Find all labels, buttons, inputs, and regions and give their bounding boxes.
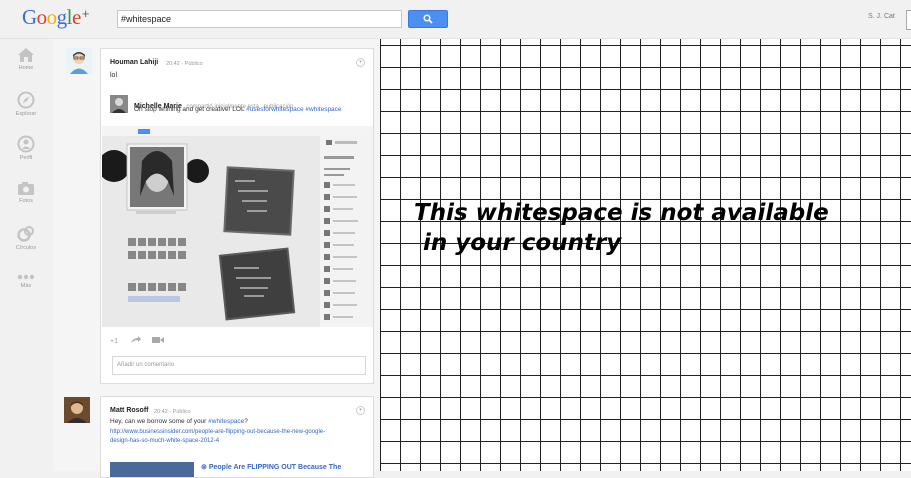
post-card: Houman Lahiji 20:42 - Público ▾ lol Mich… xyxy=(100,48,374,384)
globe-icon: ⊚ xyxy=(201,464,207,471)
post-author[interactable]: Houman Lahiji xyxy=(110,59,158,66)
nav-item-explore[interactable]: Explorar xyxy=(0,91,52,117)
shared-text-line: Oh stop whining and get creative! LOL #u… xyxy=(134,106,342,113)
shared-text: Oh stop whining and get creative! LOL xyxy=(134,106,245,113)
post-text-main: Hey, can we borrow some of your xyxy=(110,418,207,425)
chevron-down-icon[interactable]: ▾ xyxy=(356,58,365,67)
article-link-line[interactable]: http://www.businessinsider.com/people-ar… xyxy=(110,429,325,435)
banner-line: in your country xyxy=(423,230,622,256)
left-nav: Home Explorar Perfil Fotos Círculos Más xyxy=(0,39,52,471)
nav-item-more[interactable]: Más xyxy=(0,273,52,289)
hashtag-link[interactable]: #usesforwhitespace xyxy=(246,106,303,113)
nav-label: Perfil xyxy=(19,155,33,161)
post-time[interactable]: 20:42 xyxy=(154,409,168,415)
avatar[interactable] xyxy=(66,48,92,74)
search-button[interactable] xyxy=(408,10,448,28)
post-card: Matt Rosoff 20:42 - Público ▾ Hey, can w… xyxy=(100,396,374,478)
article-preview-title[interactable]: People Are FLIPPING OUT Because The xyxy=(209,464,341,471)
nav-label: Fotos xyxy=(19,198,33,204)
post-text: Hey, can we borrow some of your #whitesp… xyxy=(110,418,248,425)
share-icon[interactable] xyxy=(130,336,142,344)
post-author[interactable]: Matt Rosoff xyxy=(110,407,149,414)
post-text-end: ? xyxy=(244,418,248,425)
camera-icon xyxy=(18,182,34,195)
share-box[interactable] xyxy=(906,10,911,30)
nav-item-circles[interactable]: Círculos xyxy=(0,225,52,251)
chevron-down-icon[interactable]: ▾ xyxy=(356,406,365,415)
hashtag-link[interactable]: #whitespace xyxy=(305,106,341,113)
user-name[interactable]: S. J. Cat xyxy=(868,13,895,20)
shared-image-drawing xyxy=(102,126,373,327)
post-actions: +1 xyxy=(110,336,164,345)
hashtag-link[interactable]: #whitespace xyxy=(208,418,244,425)
nav-label: Círculos xyxy=(15,245,37,251)
avatar[interactable] xyxy=(110,95,128,113)
post-meta: 20:42 - Público xyxy=(166,61,203,67)
post-visibility[interactable]: Público xyxy=(173,409,191,415)
nav-item-profile[interactable]: Perfil xyxy=(0,135,52,161)
banner-line: This whitespace is not available xyxy=(414,200,829,226)
shared-image[interactable] xyxy=(102,126,373,327)
avatar[interactable] xyxy=(64,397,90,423)
post-time[interactable]: 20:42 xyxy=(166,61,180,67)
nav-label: Más xyxy=(20,283,32,289)
article-thumbnail[interactable] xyxy=(110,462,194,477)
profile-icon xyxy=(17,135,35,153)
nav-item-photos[interactable]: Fotos xyxy=(0,181,52,204)
search-icon xyxy=(423,14,433,24)
article-link[interactable]: http://www.businessinsider.com/people-ar… xyxy=(110,428,325,446)
unavailable-banner: This whitespace is not available in your… xyxy=(414,198,894,258)
top-bar: Google+ #whitespace S. J. Cat xyxy=(0,0,911,39)
article-preview[interactable]: ⊚ People Are FLIPPING OUT Because The xyxy=(201,463,341,471)
plus-one-button[interactable]: +1 xyxy=(110,338,118,345)
more-icon xyxy=(17,274,35,280)
video-icon[interactable] xyxy=(151,336,164,344)
post-meta: 20:42 - Público xyxy=(154,409,191,415)
circles-icon xyxy=(17,226,34,242)
nav-label: Explorar xyxy=(15,111,37,117)
article-link-line[interactable]: design-has-so-much-white-space-2012-4 xyxy=(110,438,219,444)
nav-label: Home xyxy=(18,65,34,71)
post-visibility[interactable]: Público xyxy=(185,61,203,67)
search-input[interactable]: #whitespace xyxy=(117,10,402,28)
home-icon xyxy=(18,48,34,62)
google-plus-logo[interactable]: Google+ xyxy=(22,5,89,30)
post-text: lol xyxy=(110,72,118,79)
comment-input[interactable]: Añadir un comentario xyxy=(112,356,366,375)
nav-item-home[interactable]: Home xyxy=(0,47,52,71)
compass-icon xyxy=(17,91,35,109)
